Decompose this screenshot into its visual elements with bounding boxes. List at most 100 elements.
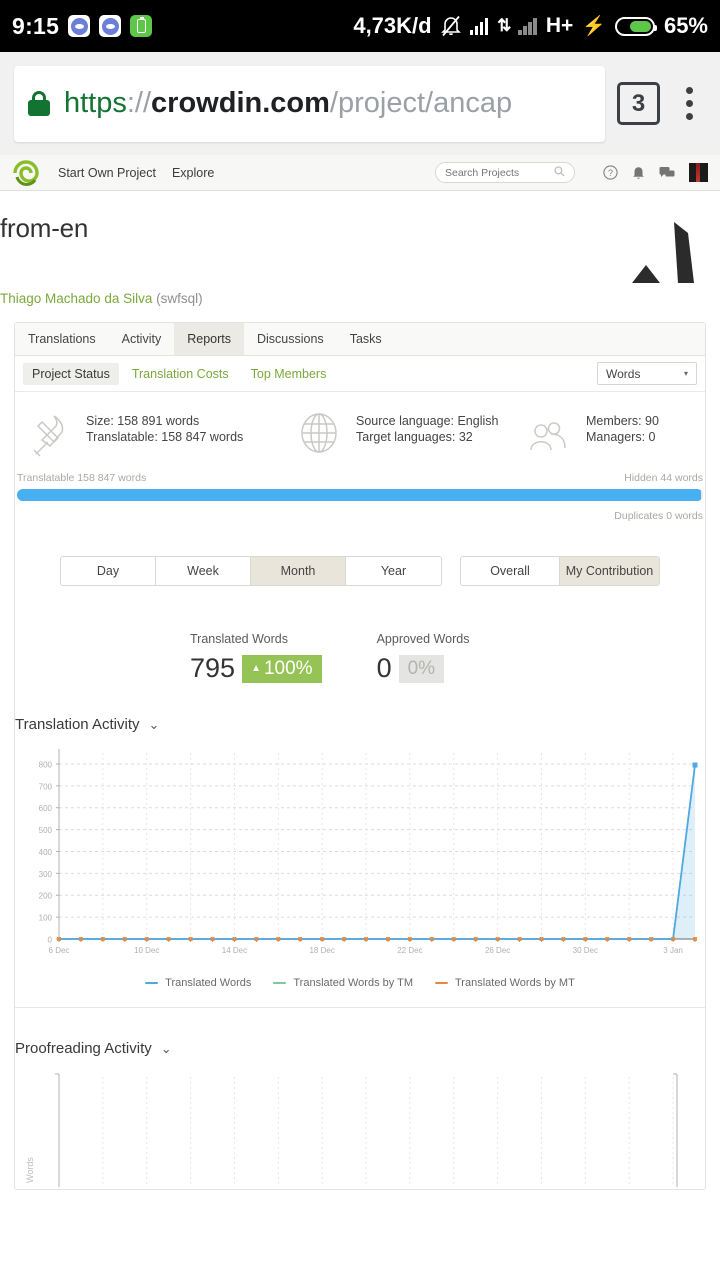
search-input[interactable] (445, 166, 550, 179)
translation-activity-title-row[interactable]: Translation Activity ⌄ (15, 716, 705, 745)
stat-size-line1: Size: 158 891 words (86, 414, 200, 428)
svg-text:800: 800 (39, 760, 53, 769)
project-stats: Size: 158 891 words Translatable: 158 84… (15, 392, 705, 464)
svg-text:10 Dec: 10 Dec (134, 946, 159, 955)
proofreading-activity-svg (55, 1073, 678, 1187)
svg-text:0: 0 (48, 936, 53, 945)
legend-label: Translated Words by MT (455, 977, 575, 989)
period-week-button[interactable]: Week (156, 557, 251, 585)
metric-approved-delta: 0% (398, 654, 445, 683)
svg-text:100: 100 (39, 914, 53, 923)
chart-legend: Translated Words Translated Words by TM … (15, 967, 705, 989)
metric-approved-words: Approved Words 0 0% (377, 632, 470, 684)
stat-members: Members: 90 Managers: 0 (525, 412, 695, 458)
svg-text:30 Dec: 30 Dec (573, 946, 598, 955)
tab-activity[interactable]: Activity (109, 323, 175, 355)
proofreading-activity-title-row[interactable]: Proofreading Activity ⌄ (15, 1040, 705, 1069)
svg-text:18 Dec: 18 Dec (309, 946, 334, 955)
translation-activity-chart: 0 100 200 300 400 500 600 700 800 6 Dec 10 Dec 14 D… (15, 745, 705, 967)
period-button-group: Day Week Month Year (60, 556, 442, 586)
scope-my-contribution-button[interactable]: My Contribution (560, 557, 659, 585)
legend-label: Translated Words (165, 977, 252, 989)
project-header: from-en (0, 191, 706, 291)
chevron-down-icon[interactable]: ⌄ (161, 1041, 172, 1057)
metric-translated-value-row: 795 ▲ 100% (190, 653, 322, 684)
stat-languages-line1: Source language: English (356, 414, 499, 428)
status-bar-left: 9:15 (12, 12, 153, 40)
subtab-translation-costs[interactable]: Translation Costs (123, 363, 238, 385)
progress-labels: Translatable 158 847 words Hidden 44 wor… (17, 472, 703, 484)
svg-text:6 Dec: 6 Dec (49, 946, 70, 955)
kebab-menu-icon[interactable] (672, 87, 706, 120)
metric-translated-delta-value: 100% (263, 657, 313, 679)
legend-label: Translated Words by TM (293, 977, 413, 989)
legend-swatch (435, 981, 448, 985)
project-logo-a (630, 219, 706, 291)
search-icon[interactable] (554, 164, 565, 182)
chevron-down-icon[interactable]: ⌄ (149, 717, 160, 733)
tools-icon (25, 412, 73, 458)
svg-text:700: 700 (39, 782, 53, 791)
project-owner: Thiago Machado da Silva (swfsql) (0, 291, 706, 322)
svg-text:14 Dec: 14 Dec (222, 946, 247, 955)
metrics-row: Translated Words 795 ▲ 100% Approved Wor… (15, 586, 705, 684)
page-title: from-en (0, 213, 89, 243)
data-transfer-icon: ⇅ (497, 16, 511, 35)
period-month-button[interactable]: Month (251, 557, 346, 585)
period-year-button[interactable]: Year (346, 557, 441, 585)
unit-select[interactable]: Words ▾ (597, 362, 697, 385)
stat-members-text: Members: 90 Managers: 0 (586, 412, 659, 458)
legend-item-translated-words-tm[interactable]: Translated Words by TM (273, 977, 413, 989)
tab-translations[interactable]: Translations (15, 323, 109, 355)
battery-icon (614, 16, 657, 36)
subtab-project-status[interactable]: Project Status (23, 362, 119, 385)
lock-icon (28, 90, 50, 117)
chat-icon[interactable] (659, 166, 675, 180)
svg-text:3 Jan: 3 Jan (663, 946, 683, 955)
proofreading-activity-chart: Words (15, 1069, 705, 1189)
nav-start-own-project[interactable]: Start Own Project (58, 166, 156, 180)
stat-size-line2: Translatable: 158 847 words (86, 429, 244, 444)
reports-card: Translations Activity Reports Discussion… (14, 322, 706, 1190)
owner-name-link[interactable]: Thiago Machado da Silva (0, 291, 152, 306)
tab-reports[interactable]: Reports (174, 323, 244, 355)
url-bar[interactable]: https://crowdin.com/project/ancap (14, 65, 605, 142)
svg-text:26 Dec: 26 Dec (485, 946, 510, 955)
legend-swatch (145, 981, 159, 985)
svg-text:200: 200 (39, 892, 53, 901)
chevron-down-icon: ▾ (683, 369, 688, 378)
scope-overall-button[interactable]: Overall (461, 557, 560, 585)
triangle-up-icon: ▲ (251, 662, 261, 674)
unit-select-value: Words (606, 366, 641, 381)
svg-text:?: ? (608, 168, 613, 178)
nav-explore[interactable]: Explore (172, 166, 214, 180)
metric-approved-label: Approved Words (376, 632, 470, 646)
progress-left-label: Translatable 158 847 words (17, 472, 147, 484)
stat-members-line2: Managers: 0 (586, 429, 656, 444)
status-clock: 9:15 (12, 12, 60, 39)
data-speed-label: 4,73K/d (353, 13, 432, 38)
tab-counter-button[interactable]: 3 (617, 82, 660, 125)
proofreading-yaxis-label: Words (25, 1157, 35, 1183)
bell-icon[interactable] (632, 165, 645, 180)
signal-icon (518, 17, 537, 35)
progress-section: Translatable 158 847 words Hidden 44 wor… (15, 464, 705, 526)
metric-approved-delta-value: 0% (407, 657, 436, 679)
help-icon[interactable]: ? (603, 165, 618, 180)
tab-discussions[interactable]: Discussions (244, 323, 337, 355)
site-header: Start Own Project Explore ? (0, 155, 720, 191)
crowdin-logo[interactable] (12, 159, 42, 186)
subtab-top-members[interactable]: Top Members (242, 363, 336, 385)
stat-languages-text: Source language: English Target language… (356, 412, 498, 458)
svg-text:600: 600 (39, 804, 53, 813)
search-projects-box[interactable] (435, 162, 575, 183)
tab-tasks[interactable]: Tasks (337, 323, 395, 355)
metric-translated-value: 795 (190, 653, 236, 683)
period-day-button[interactable]: Day (61, 557, 156, 585)
legend-item-translated-words-mt[interactable]: Translated Words by MT (435, 977, 575, 989)
stat-languages: Source language: English Target language… (295, 412, 525, 458)
signal-icon (469, 17, 489, 35)
url-scheme: https (64, 87, 127, 119)
legend-item-translated-words[interactable]: Translated Words (145, 977, 251, 989)
avatar[interactable] (689, 163, 708, 182)
